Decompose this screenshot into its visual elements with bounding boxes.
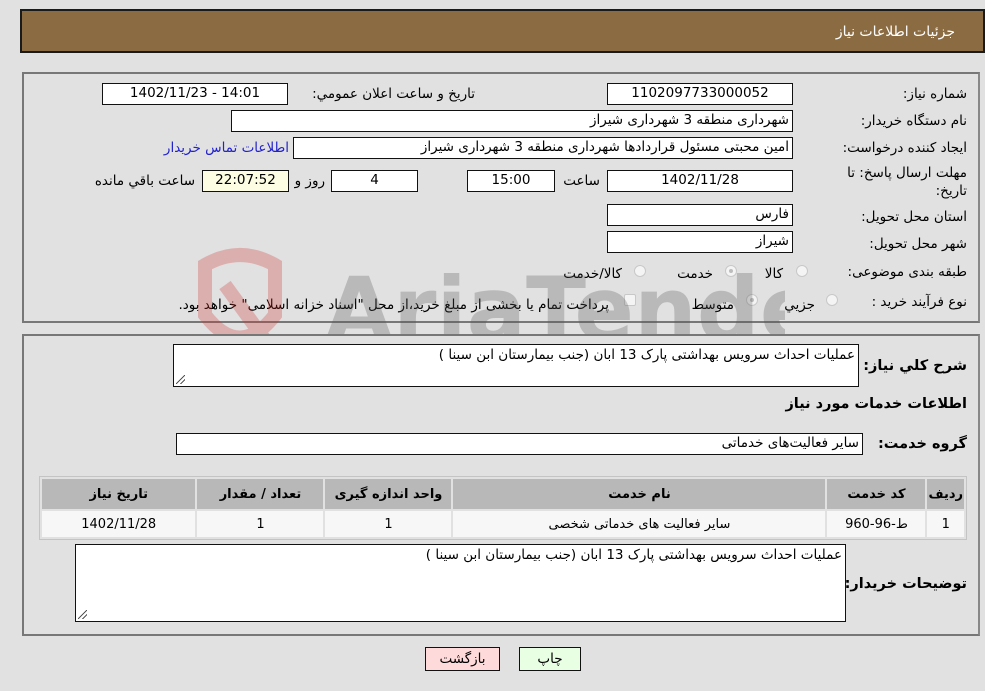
table-row: 1 ط-96-960 سایر فعالیت های خدماتی شخصی 1… [42,511,964,537]
cell-quantity: 1 [197,511,324,537]
summary-textarea[interactable]: عملیات احداث سرویس بهداشتی پارک 13 ابان … [173,344,859,387]
col-header-unit: واحد اندازه گیری [325,479,452,509]
province-field[interactable]: فارس [607,204,793,226]
cell-service-name: سایر فعالیت های خدماتی شخصی [453,511,826,537]
buyer-notes-text: عملیات احداث سرویس بهداشتی پارک 13 ابان … [425,547,842,563]
resize-grip-icon[interactable] [78,610,87,619]
remaining-time-label: ساعت باقي مانده [94,173,195,189]
purchase-option-medium: متوسط [691,297,734,313]
deadline-label-line1: مهلت ارسال پاسخ: تا [847,165,967,181]
cell-service-code: ط-96-960 [827,511,926,537]
deadline-date-field[interactable]: 1402/11/28 [607,170,793,192]
table-header-row: ردیف کد خدمت نام خدمت واحد اندازه گیری ت… [42,479,964,509]
service-group-field[interactable]: سایر فعالیت‌های خدماتی [176,433,863,455]
deadline-label-line2: تاریخ: [935,183,967,199]
purchase-type-label: نوع فرآیند خرید : [871,294,967,310]
col-header-service-code: کد خدمت [827,479,926,509]
cell-need-date: 1402/11/28 [42,511,196,537]
need-number-field[interactable]: 1102097733000052 [607,83,793,105]
announce-datetime-field[interactable]: 1402/11/23 - 14:01 [102,83,288,105]
treasury-checkbox[interactable] [624,294,636,306]
page-title: جزئیات اطلاعات نیاز [835,24,955,40]
summary-text: عملیات احداث سرویس بهداشتی پارک 13 ابان … [438,347,855,363]
buyer-org-field[interactable]: شهرداری منطقه 3 شهرداری شیراز [231,110,793,132]
col-header-service-name: نام خدمت [453,479,826,509]
summary-label: شرح کلي نیاز: [863,358,967,374]
treasury-note: پرداخت تمام یا بخشی از مبلغ خرید،از محل … [178,297,609,313]
deadline-time-field[interactable]: 15:00 [467,170,555,192]
city-field[interactable]: شیراز [607,231,793,253]
back-button[interactable]: بازگشت [425,647,500,671]
print-button[interactable]: چاپ [519,647,581,671]
city-label: شهر محل تحویل: [869,236,967,252]
remaining-time-field: 22:07:52 [202,170,289,192]
service-group-label: گروه خدمت: [877,436,967,452]
need-number-label: شماره نیاز: [902,86,967,102]
category-option-goods: کالا [764,266,783,282]
purchase-radio-minor[interactable] [826,294,838,306]
days-label: روز و [294,173,325,189]
cell-unit: 1 [325,511,452,537]
col-header-need-date: تاریخ نیاز [42,479,196,509]
requester-field[interactable]: امین محبتی مسئول قراردادها شهرداری منطقه… [293,137,793,159]
col-header-row-number: ردیف [927,479,964,509]
buyer-org-label: نام دستگاه خریدار: [860,113,967,129]
remaining-days-field[interactable]: 4 [331,170,418,192]
page-header: جزئیات اطلاعات نیاز [20,9,985,53]
category-option-service: خدمت [677,266,713,282]
category-label: طبقه بندی موضوعی: [847,264,967,280]
services-table: ردیف کد خدمت نام خدمت واحد اندازه گیری ت… [39,476,967,540]
services-heading: اطلاعات خدمات مورد نیاز [785,396,967,412]
purchase-radio-medium[interactable] [746,294,758,306]
cell-row-number: 1 [927,511,964,537]
category-radio-goods-service[interactable] [634,265,646,277]
announce-datetime-label: تاریخ و ساعت اعلان عمومي: [312,86,475,102]
purchase-option-minor: جزیي [784,297,815,313]
category-option-goods-service: کالا/خدمت [563,266,622,282]
col-header-quantity: تعداد / مقدار [197,479,324,509]
category-radio-goods[interactable] [796,265,808,277]
buyer-notes-label: توضیحات خریدار: [844,576,967,592]
buyer-notes-textarea[interactable]: عملیات احداث سرویس بهداشتی پارک 13 ابان … [75,544,846,622]
category-radio-service[interactable] [725,265,737,277]
deadline-time-label: ساعت [563,173,600,189]
resize-grip-icon[interactable] [176,375,185,384]
requester-label: ایجاد کننده درخواست: [842,140,967,156]
buyer-contact-link[interactable]: اطلاعات تماس خریدار [164,140,289,156]
province-label: استان محل تحویل: [861,209,967,225]
